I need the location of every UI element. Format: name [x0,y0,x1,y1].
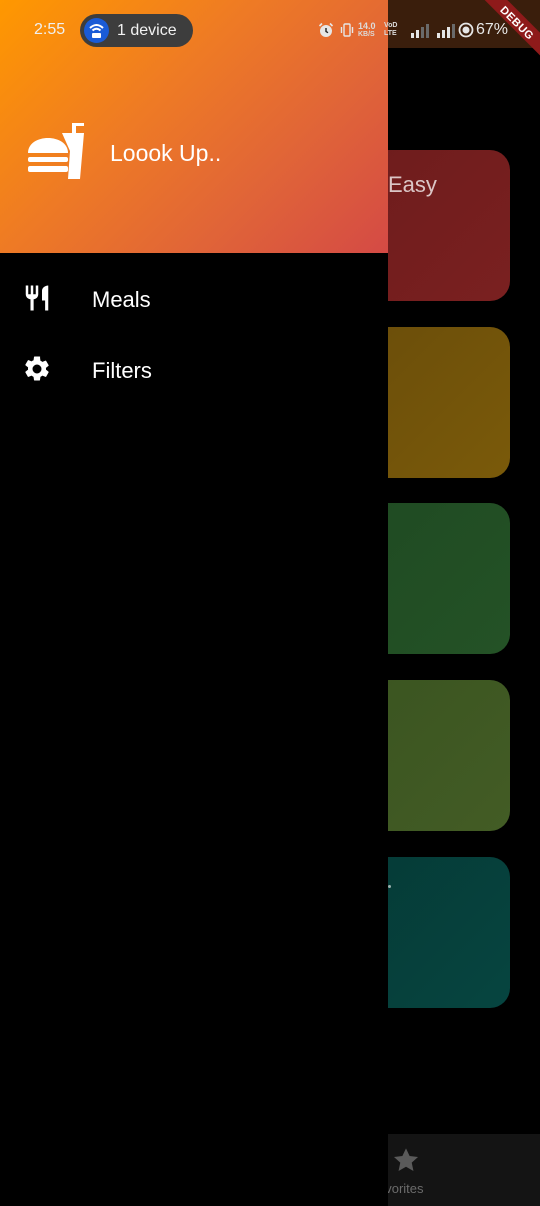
fastfood-icon [26,121,86,181]
device-connection-pill[interactable]: 1 device [80,14,193,47]
star-icon[interactable] [392,1146,420,1174]
battery-icon [458,22,474,43]
drawer-item-filters[interactable]: Filters [0,336,388,404]
signal-icon-2 [436,22,456,43]
vibrate-icon [339,22,355,43]
wifi-device-icon [84,18,109,43]
category-card-title: Easy [388,172,437,197]
network-speed: 14.0 KB/S [358,21,376,39]
restaurant-icon [22,283,52,313]
status-time: 2:55 [34,21,66,38]
status-bar: 2:55 1 device 14.0 KB/S VoD LTE 67% [0,0,540,48]
battery-percent: 67% [476,21,509,38]
signal-icon [410,22,430,43]
card-dot [388,885,391,888]
device-pill-label: 1 device [117,22,177,39]
settings-gear-icon [22,354,52,384]
navigation-drawer: Loook Up.. Meals Filters [0,0,388,1206]
drawer-app-title: Loook Up.. [110,140,222,166]
drawer-item-meals[interactable]: Meals [0,265,388,333]
volte-indicator: VoD LTE [384,22,398,37]
drawer-item-label: Filters [92,358,152,383]
alarm-icon [318,22,334,43]
status-icons: 14.0 KB/S VoD LTE 67% [318,21,518,43]
drawer-item-label: Meals [92,287,151,312]
